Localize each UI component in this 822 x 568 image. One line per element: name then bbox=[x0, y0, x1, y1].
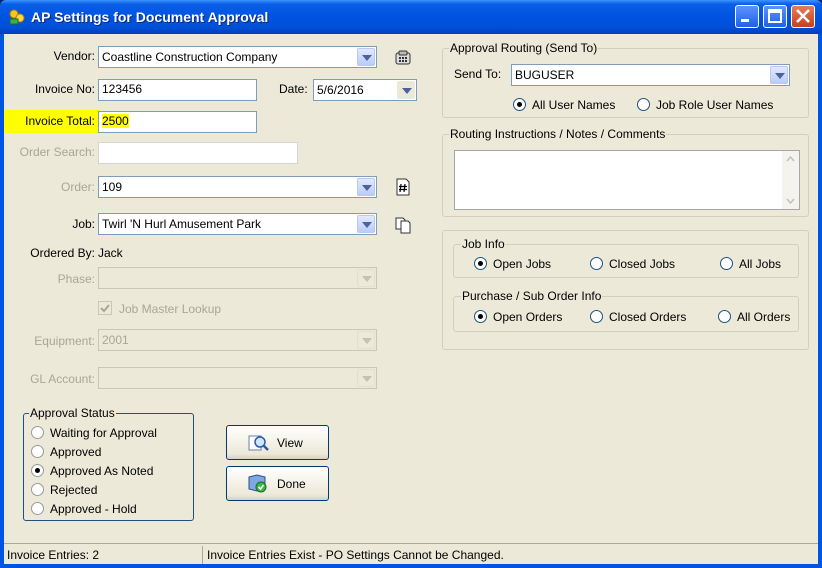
status-message: Invoice Entries Exist - PO Settings Cann… bbox=[207, 548, 504, 562]
minimize-button[interactable] bbox=[735, 5, 759, 28]
done-check-icon bbox=[248, 474, 267, 493]
invoice-total-label: Invoice Total: bbox=[25, 114, 95, 128]
radio-closed-orders[interactable]: Closed Orders bbox=[590, 310, 686, 324]
job-label: Job: bbox=[72, 217, 95, 231]
checkmark-icon bbox=[100, 304, 110, 313]
maximize-button[interactable] bbox=[763, 5, 787, 28]
invoice-no-field[interactable]: 123456 bbox=[98, 79, 257, 101]
radio-all-user-names[interactable]: All User Names bbox=[513, 98, 615, 112]
job-master-lookup-label: Job Master Lookup bbox=[119, 302, 222, 316]
radio-open-jobs[interactable]: Open Jobs bbox=[474, 257, 551, 271]
magnifier-icon bbox=[248, 435, 269, 451]
filter-info-container: Job Info Open Jobs Closed Jobs All Jobs … bbox=[442, 230, 809, 350]
status-invoice-entries: Invoice Entries: 2 bbox=[4, 546, 203, 564]
close-icon bbox=[796, 9, 810, 23]
date-value: 5/6/2016 bbox=[317, 83, 364, 97]
radio-rejected[interactable]: Rejected bbox=[31, 483, 97, 497]
phase-label: Phase: bbox=[57, 272, 95, 286]
chevron-down-icon[interactable] bbox=[357, 178, 375, 196]
invoice-total-field[interactable]: 2500 bbox=[98, 111, 257, 133]
minimize-icon bbox=[741, 19, 749, 22]
routing-notes-title: Routing Instructions / Notes / Comments bbox=[449, 127, 667, 141]
order-search-label: Order Search: bbox=[19, 145, 95, 159]
phase-combo[interactable] bbox=[98, 267, 377, 289]
ordered-by-label: Ordered By: bbox=[30, 246, 95, 260]
order-lookup-icon[interactable] bbox=[394, 178, 412, 196]
radio-waiting-for-approval[interactable]: Waiting for Approval bbox=[31, 426, 157, 440]
date-picker[interactable]: 5/6/2016 bbox=[313, 79, 417, 101]
radio-job-role-user-names[interactable]: Job Role User Names bbox=[637, 98, 773, 112]
approval-routing-title: Approval Routing (Send To) bbox=[449, 41, 599, 55]
routing-notes-group: Routing Instructions / Notes / Comments bbox=[442, 127, 809, 217]
title-bar[interactable]: AP Settings for Document Approval bbox=[0, 0, 822, 34]
phone-icon[interactable] bbox=[394, 49, 412, 67]
job-value: Twirl 'N Hurl Amusement Park bbox=[102, 217, 261, 231]
chevron-down-icon[interactable] bbox=[397, 81, 415, 99]
approval-status-group: Approval Status Waiting for Approval App… bbox=[23, 406, 194, 521]
ordered-by-value: Jack bbox=[98, 246, 123, 260]
equipment-value: 2001 bbox=[102, 333, 129, 347]
status-bar: Invoice Entries: 2 Invoice Entries Exist… bbox=[4, 543, 818, 564]
close-button[interactable] bbox=[791, 5, 815, 28]
gl-account-label: GL Account: bbox=[30, 372, 95, 386]
job-info-group: Job Info Open Jobs Closed Jobs All Jobs bbox=[453, 237, 799, 278]
purchase-order-info-group: Purchase / Sub Order Info Open Orders Cl… bbox=[453, 289, 799, 332]
order-label: Order: bbox=[60, 180, 95, 194]
routing-notes-textarea[interactable] bbox=[454, 150, 800, 210]
vendor-label: Vendor: bbox=[53, 49, 95, 63]
radio-approved-hold[interactable]: Approved - Hold bbox=[31, 502, 137, 516]
order-value: 109 bbox=[102, 180, 123, 194]
purchase-order-info-title: Purchase / Sub Order Info bbox=[461, 289, 603, 303]
equipment-label: Equipment: bbox=[34, 334, 95, 348]
view-button-label: View bbox=[277, 436, 303, 450]
scroll-down-icon[interactable] bbox=[782, 192, 799, 209]
chevron-down-icon[interactable] bbox=[357, 369, 375, 387]
job-combo[interactable]: Twirl 'N Hurl Amusement Park bbox=[98, 213, 377, 235]
vendor-combo[interactable]: Coastline Construction Company bbox=[98, 46, 377, 68]
equipment-combo[interactable]: 2001 bbox=[98, 329, 377, 351]
copy-icon[interactable] bbox=[394, 216, 412, 234]
app-icon bbox=[9, 9, 25, 25]
job-master-lookup-checkbox[interactable] bbox=[98, 301, 112, 315]
order-combo[interactable]: 109 bbox=[98, 176, 377, 198]
job-info-title: Job Info bbox=[461, 237, 506, 251]
vendor-value: Coastline Construction Company bbox=[102, 50, 278, 64]
form-client-area: Vendor: Coastline Construction Company I… bbox=[4, 34, 818, 564]
scroll-up-icon[interactable] bbox=[782, 151, 799, 168]
radio-approved-as-noted[interactable]: Approved As Noted bbox=[31, 464, 153, 478]
app-window: AP Settings for Document Approval Vendor… bbox=[0, 0, 822, 568]
chevron-down-icon[interactable] bbox=[357, 269, 375, 287]
invoice-no-label: Invoice No: bbox=[34, 82, 95, 96]
send-to-value: BUGUSER bbox=[515, 68, 575, 82]
chevron-down-icon[interactable] bbox=[357, 215, 375, 233]
send-to-combo[interactable]: BUGUSER bbox=[511, 64, 790, 86]
window-title: AP Settings for Document Approval bbox=[31, 9, 269, 25]
radio-closed-jobs[interactable]: Closed Jobs bbox=[590, 257, 675, 271]
gl-account-combo[interactable] bbox=[98, 367, 377, 389]
radio-all-jobs[interactable]: All Jobs bbox=[720, 257, 781, 271]
chevron-down-icon[interactable] bbox=[357, 331, 375, 349]
invoice-total-value: 2500 bbox=[102, 114, 129, 128]
done-button-label: Done bbox=[277, 477, 306, 491]
chevron-down-icon[interactable] bbox=[770, 66, 788, 84]
notes-scrollbar[interactable] bbox=[782, 151, 799, 209]
chevron-down-icon[interactable] bbox=[357, 48, 375, 66]
maximize-icon bbox=[768, 9, 782, 23]
radio-approved[interactable]: Approved bbox=[31, 445, 101, 459]
date-label: Date: bbox=[279, 82, 308, 96]
done-button[interactable]: Done bbox=[226, 466, 329, 501]
send-to-label: Send To: bbox=[454, 67, 502, 81]
radio-all-orders[interactable]: All Orders bbox=[718, 310, 790, 324]
approval-status-title: Approval Status bbox=[29, 406, 116, 420]
radio-open-orders[interactable]: Open Orders bbox=[474, 310, 562, 324]
order-search-input[interactable] bbox=[98, 142, 298, 164]
view-button[interactable]: View bbox=[226, 425, 329, 460]
approval-routing-group: Approval Routing (Send To) Send To: BUGU… bbox=[442, 41, 809, 118]
